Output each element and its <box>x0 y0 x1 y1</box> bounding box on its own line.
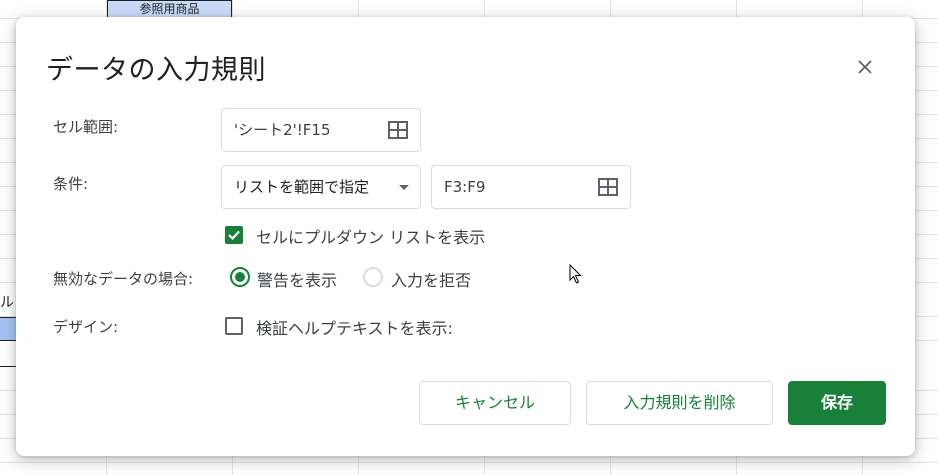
sheet-border <box>0 366 16 367</box>
chevron-down-icon <box>399 185 409 190</box>
criteria-type-dropdown[interactable]: リストを範囲で指定 <box>221 165 421 209</box>
grid-line <box>0 462 938 463</box>
criteria-range-input[interactable]: F3:F9 <box>431 165 631 209</box>
remove-rule-button[interactable]: 入力規則を削除 <box>586 381 773 425</box>
radio-reject-input[interactable] <box>363 267 383 287</box>
checkmark-icon <box>228 230 240 241</box>
sheet-cell-text[interactable]: ル <box>0 292 16 314</box>
cell-range-value: 'シート2'!F15 <box>234 121 331 139</box>
cell-range-input[interactable]: 'シート2'!F15 <box>221 108 421 152</box>
grid-select-icon[interactable] <box>598 178 618 196</box>
criteria-range-value: F3:F9 <box>444 178 486 196</box>
invalid-data-label: 無効なデータの場合: <box>53 270 194 288</box>
save-button[interactable]: 保存 <box>788 381 886 425</box>
show-help-text-label[interactable]: 検証ヘルプテキストを表示: <box>256 315 453 339</box>
radio-show-warning[interactable] <box>230 267 250 287</box>
dialog-title: データの入力規則 <box>46 55 266 86</box>
show-help-text-checkbox[interactable] <box>225 317 243 335</box>
appearance-label: デザイン: <box>53 318 119 336</box>
show-warning-label[interactable]: 警告を表示 <box>257 267 337 291</box>
mouse-pointer-icon <box>569 264 582 284</box>
cancel-button[interactable]: キャンセル <box>419 381 571 425</box>
criteria-type-value: リストを範囲で指定 <box>234 178 370 196</box>
grid-select-icon[interactable] <box>388 121 408 139</box>
reject-input-label[interactable]: 入力を拒否 <box>391 267 471 291</box>
close-icon[interactable] <box>857 59 873 75</box>
show-dropdown-label[interactable]: セルにプルダウン リストを表示 <box>256 224 485 248</box>
data-validation-dialog: データの入力規則 セル範囲: 'シート2'!F15 条件: リストを範囲で指定 … <box>16 17 915 456</box>
sheet-cell-header[interactable]: 参照用商品 <box>107 0 232 18</box>
close-button[interactable] <box>851 53 879 81</box>
show-dropdown-checkbox[interactable] <box>225 226 243 244</box>
criteria-label: 条件: <box>53 175 89 193</box>
cell-range-label: セル範囲: <box>53 118 119 136</box>
sheet-cell-selected[interactable] <box>0 317 16 341</box>
